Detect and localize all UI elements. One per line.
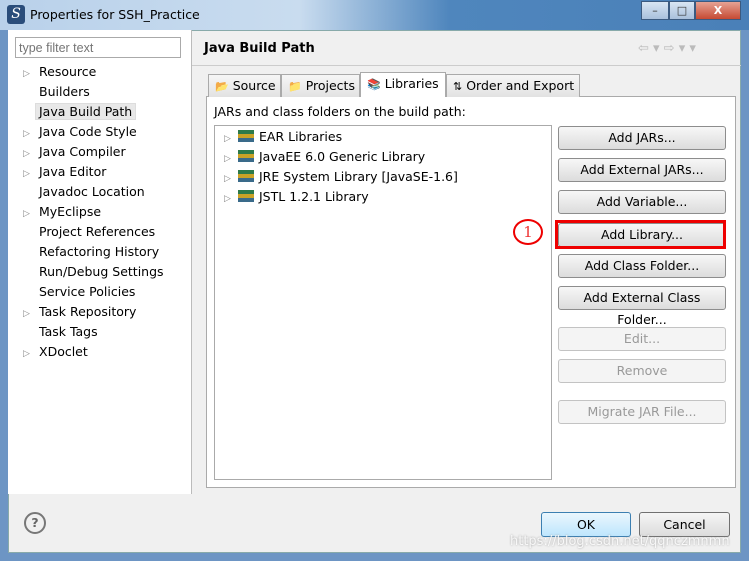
action-button[interactable]: Migrate JAR File... [558, 400, 726, 424]
sidebar-item-label: Java Code Style [39, 124, 137, 139]
library-label: JRE System Library [JavaSE-1.6] [259, 169, 458, 184]
tab-icon: 📚 [367, 78, 381, 91]
expand-arrow-icon[interactable]: ▷ [14, 304, 39, 324]
app-icon: S [7, 5, 25, 24]
sidebar-item[interactable]: Run/Debug Settings [14, 262, 184, 282]
library-label: JavaEE 6.0 Generic Library [259, 149, 426, 164]
sidebar-item-label: Java Build Path [35, 103, 137, 120]
divider [192, 65, 741, 66]
library-label: EAR Libraries [259, 129, 343, 144]
sidebar-item[interactable]: Builders [14, 82, 184, 102]
library-icon [238, 130, 254, 142]
library-item[interactable]: ▷ JavaEE 6.0 Generic Library [224, 147, 425, 167]
sidebar-item-label: Task Repository [39, 304, 137, 319]
expand-arrow-icon[interactable]: ▷ [14, 164, 39, 184]
expand-arrow-icon[interactable]: ▷ [224, 149, 238, 169]
library-icon [238, 190, 254, 202]
history-nav[interactable]: ⇦ ▾ ⇨ ▾ ▾ [638, 41, 696, 56]
highlight-box [555, 220, 726, 249]
action-button[interactable]: Add External JARs... [558, 158, 726, 182]
expand-arrow-icon[interactable]: ▷ [14, 124, 39, 144]
expand-arrow-icon[interactable]: ▷ [14, 144, 39, 164]
library-label: JSTL 1.2.1 Library [259, 189, 369, 204]
tab-icon: ⇅ [453, 80, 463, 93]
sidebar-item-label: Task Tags [39, 324, 98, 339]
tab-label: Source [232, 78, 276, 93]
tab-icon: 📁 [288, 80, 302, 93]
sidebar-item-label: MyEclipse [39, 204, 102, 219]
tab-label: Libraries [384, 76, 439, 91]
sidebar-item[interactable]: Service Policies [14, 282, 184, 302]
expand-arrow-icon[interactable]: ▷ [224, 129, 238, 149]
sidebar-item[interactable]: ▷ XDoclet [14, 342, 184, 362]
expand-arrow-icon[interactable]: ▷ [14, 64, 39, 84]
expand-arrow-icon[interactable]: ▷ [14, 204, 39, 224]
expand-arrow-icon[interactable]: ▷ [224, 189, 238, 209]
sidebar-item-label: Resource [39, 64, 97, 79]
sidebar-item-label: Java Compiler [39, 144, 126, 159]
sidebar-item-label: Service Policies [39, 284, 136, 299]
library-item[interactable]: ▷ EAR Libraries [224, 127, 342, 147]
sidebar-item[interactable]: ▷ Resource [14, 62, 184, 82]
sidebar-item-label: Run/Debug Settings [39, 264, 164, 279]
tab[interactable]: 📁 Projects [281, 74, 360, 97]
sidebar-item[interactable]: ▷ Java Editor [14, 162, 184, 182]
sidebar-item[interactable]: Task Tags [14, 322, 184, 342]
sidebar-item[interactable]: Java Build Path [14, 102, 184, 122]
library-icon [238, 150, 254, 162]
tab-label: Projects [305, 78, 355, 93]
tab-label: Order and Export [466, 78, 575, 93]
expand-arrow-icon[interactable]: ▷ [224, 169, 238, 189]
sidebar-item-label: Java Editor [39, 164, 107, 179]
watermark: https://blog.csdn.net/qqnczmnmn [510, 534, 730, 549]
sidebar-item-label: XDoclet [39, 344, 88, 359]
sidebar-item[interactable]: Refactoring History [14, 242, 184, 262]
action-button[interactable]: Add External Class Folder... [558, 286, 726, 327]
tab-icon: 📂 [215, 80, 229, 93]
tab[interactable]: 📂 Source [208, 74, 281, 97]
sidebar-item-label: Refactoring History [39, 244, 160, 259]
page-title: Java Build Path [204, 41, 315, 56]
action-button[interactable]: Edit... [558, 327, 726, 351]
sidebar-item[interactable]: ▷ MyEclipse [14, 202, 184, 222]
sidebar-item-label: Javadoc Location [39, 184, 145, 199]
minimize-button[interactable]: – [641, 1, 669, 20]
help-icon[interactable]: ? [24, 512, 46, 534]
close-button[interactable]: X [695, 1, 741, 20]
expand-arrow-icon[interactable]: ▷ [14, 344, 39, 364]
action-button[interactable]: Add JARs... [558, 126, 726, 150]
sidebar-item[interactable]: ▷ Task Repository [14, 302, 184, 322]
maximize-button[interactable]: □ [669, 1, 695, 20]
sidebar-item[interactable]: ▷ Java Compiler [14, 142, 184, 162]
sidebar-item-label: Project References [39, 224, 156, 239]
tab[interactable]: ⇅ Order and Export [446, 74, 580, 97]
filter-input[interactable] [15, 37, 181, 58]
library-item[interactable]: ▷ JSTL 1.2.1 Library [224, 187, 369, 207]
library-item[interactable]: ▷ JRE System Library [JavaSE-1.6] [224, 167, 458, 187]
library-icon [238, 170, 254, 182]
tab[interactable]: 📚 Libraries [360, 72, 446, 97]
window-title: Properties for SSH_Practice [30, 7, 200, 22]
action-button[interactable]: Remove [558, 359, 726, 383]
panel-caption: JARs and class folders on the build path… [214, 104, 466, 119]
sidebar-item-label: Builders [39, 84, 90, 99]
sidebar-item[interactable]: Javadoc Location [14, 182, 184, 202]
step-annotation: 1 [513, 219, 543, 245]
sidebar-item[interactable]: ▷ Java Code Style [14, 122, 184, 142]
action-button[interactable]: Add Class Folder... [558, 254, 726, 278]
sidebar-item[interactable]: Project References [14, 222, 184, 242]
action-button[interactable]: Add Variable... [558, 190, 726, 214]
